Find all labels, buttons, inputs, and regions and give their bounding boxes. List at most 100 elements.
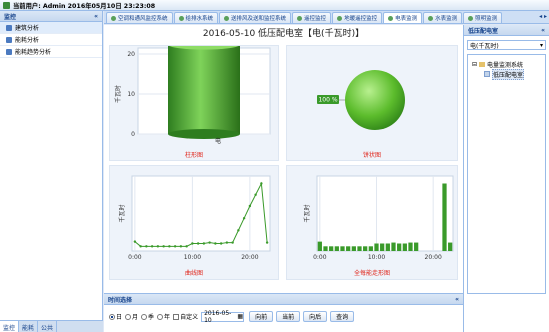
nav-item-label: 建筑分析 [15, 25, 40, 32]
tab-label: 空调和通风监控系统 [118, 16, 168, 22]
custom-checkbox[interactable] [173, 313, 180, 320]
data-point [265, 241, 269, 244]
data-point [208, 241, 211, 244]
tab-public[interactable]: 公共 [38, 321, 58, 332]
date-field[interactable]: 2016-05-10 ▦ [201, 310, 245, 324]
nav-item-energy-analysis[interactable]: 能耗分析 [0, 34, 102, 46]
next-button[interactable]: 向后 [303, 311, 328, 322]
current-button[interactable]: 当前 [276, 311, 301, 322]
tab-label: 地暖遥控监控 [344, 16, 378, 22]
data-point [173, 245, 177, 248]
y-axis-label: 千瓦时 [303, 204, 311, 222]
tab-monitor[interactable]: 监控 [0, 321, 20, 332]
prev-button[interactable]: 向前 [249, 311, 274, 322]
tab-energy[interactable]: 能耗 [19, 321, 39, 332]
tab-ventilation[interactable]: 送排风及送和监控系统 [219, 12, 292, 23]
bar [442, 183, 447, 251]
chevron-down-icon: ▾ [539, 41, 543, 49]
bar [317, 241, 322, 251]
bar-chart: 01020千瓦时22.35电 [114, 26, 271, 145]
tab-label: 给排水系统 [185, 16, 214, 22]
x-tick-label: 10:00 [368, 254, 385, 261]
y-axis-label: 千瓦时 [114, 85, 122, 103]
x-tick-label: 20:00 [425, 254, 442, 261]
pie-slice [345, 70, 405, 130]
chart-caption-bar: 柱形图 [184, 152, 203, 159]
calendar-icon[interactable]: ▦ [237, 313, 243, 320]
room-icon [484, 71, 490, 77]
data-point [231, 241, 234, 244]
tree-node-root[interactable]: ⊟ 电量监测系统 [472, 59, 541, 69]
data-point [225, 241, 229, 244]
collapse-time-button[interactable]: « [455, 296, 459, 303]
x-tick-label: 10:00 [184, 254, 201, 261]
bar [402, 243, 407, 251]
tree-node-child[interactable]: 低压配电室 [472, 68, 541, 80]
app-title: 当前用户: Admin 2016年05月10日 23:23:08 [13, 2, 156, 10]
line-chart: 0:00 10:00 20:00 千瓦时 [118, 175, 271, 261]
bar [323, 246, 328, 251]
y-tick-label: 20 [127, 51, 135, 58]
pie-chart-panel: 100 % 饼状图 [286, 45, 458, 161]
collapse-left-button[interactable]: « [94, 13, 98, 20]
tab-water[interactable]: 给排水系统 [173, 12, 219, 23]
data-point [202, 242, 206, 245]
energy-type-select[interactable]: 电(千瓦时) ▾ [467, 40, 546, 50]
tab-icon [297, 15, 303, 21]
tab-scroll-arrows[interactable]: ◂ ▸ [539, 13, 547, 20]
bar [368, 246, 373, 251]
tab-label: 遥控监控 [304, 16, 327, 22]
tab-hvac[interactable]: 空调和通风监控系统 [106, 12, 173, 23]
tab-floor-heating[interactable]: 地暖遥控监控 [332, 12, 383, 23]
chart-icon [6, 36, 12, 43]
nav-item-building-analysis[interactable]: 建筑分析 [0, 22, 102, 34]
tab-label: 送排风及送和监控系统 [231, 16, 287, 22]
chart-icon [6, 48, 12, 55]
nav-item-energy-trend[interactable]: 能耗趋势分析 [0, 46, 102, 58]
radio-year[interactable] [157, 313, 164, 320]
tab-remote[interactable]: 遥控监控 [292, 12, 332, 23]
data-point [248, 204, 252, 208]
tab-electricity[interactable]: 电表监测 [383, 12, 423, 23]
tab-icon [337, 15, 343, 21]
data-point [185, 245, 188, 248]
left-panel: 监控 « 建筑分析 能耗分析 能耗趋势分析 监控 能耗 公共 [0, 11, 103, 332]
tree-expander-icon[interactable]: ⊟ [472, 61, 477, 68]
app-logo-icon [3, 1, 10, 9]
bar [340, 246, 345, 251]
chart-caption-pie: 饼状图 [362, 152, 381, 159]
page-title: 2016-05-10 低压配电室【电(千瓦时)】 [202, 29, 365, 39]
radio-year-label: 年 [164, 314, 171, 321]
tab-lighting[interactable]: 照明监测 [463, 12, 503, 23]
bar [334, 246, 339, 251]
nav-item-label: 能耗分析 [15, 37, 40, 44]
bar [408, 242, 413, 251]
tab-label: 照明监测 [475, 16, 498, 22]
collapse-right-button[interactable]: « [541, 27, 545, 34]
time-selection-panel: 时间选择 « 日 月 季 年 自定义 2016-05-10 ▦ 向前 当前 向后… [104, 293, 463, 332]
tab-label: 电表监测 [395, 16, 418, 22]
radio-month[interactable] [125, 313, 132, 320]
x-tick-label: 0:00 [128, 254, 142, 261]
data-point [179, 245, 183, 248]
chart-caption-line: 曲线图 [184, 270, 203, 277]
radio-day[interactable] [109, 313, 115, 320]
pie-data-label: 100 % [318, 97, 337, 104]
bar [385, 243, 390, 251]
right-panel-header: 低压配电室 « [464, 25, 549, 36]
hourly-bar-chart: 0:00 10:00 20:00 千瓦时 [303, 175, 454, 261]
left-panel-header: 监控 « [0, 11, 102, 22]
tab-water-meter[interactable]: 水表监测 [423, 12, 463, 23]
tab-icon [468, 15, 474, 21]
plot-background [316, 175, 454, 252]
data-point [254, 193, 257, 196]
x-tick-label: 20:00 [241, 254, 258, 261]
nav-item-label: 能耗趋势分析 [15, 49, 52, 56]
query-button[interactable]: 查询 [330, 311, 355, 322]
bar [168, 44, 240, 134]
data-point [168, 245, 171, 248]
chart-area: 2016-05-10 低压配电室【电(千瓦时)】 ⇧ 01020千瓦时22.35… [104, 25, 463, 293]
radio-quarter[interactable] [141, 313, 148, 320]
time-panel-header: 时间选择 « [104, 294, 463, 305]
data-point [219, 242, 223, 245]
